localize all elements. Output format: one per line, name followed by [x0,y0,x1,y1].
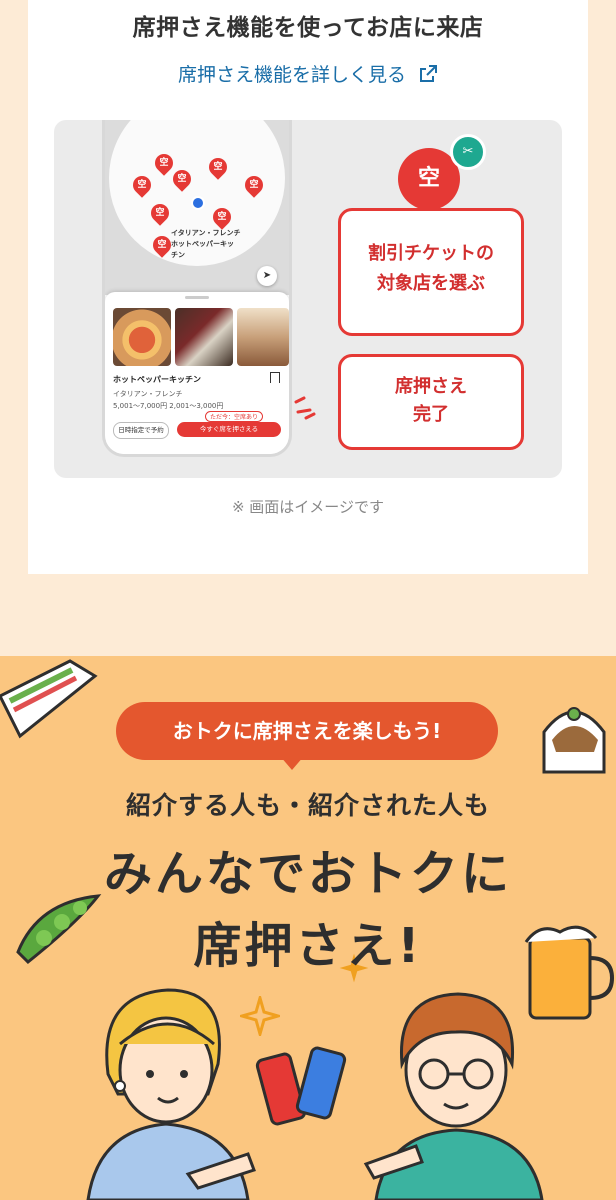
section-title: 席押さえ機能を使ってお店に来店 [132,15,484,41]
phone-mockup: 空 空 空 空 空 空 空 空 イタリアン・フレンチ ホットペッパーキッ チン … [102,120,292,457]
woman-character-illustration [86,988,256,1200]
map-pin: 空 [129,172,155,198]
bubble-text: 対象店を選ぶ [377,273,485,294]
campaign-banner: おトクに席押さえを楽しもう! 紹介する人も・紹介された人も みんなでおトクに 席… [0,656,616,1200]
detail-link[interactable]: 席押さえ機能を詳しく見る [28,60,588,89]
detail-link-label: 席押さえ機能を詳しく見る [177,64,406,86]
bubble-text: 割引チケットの [368,243,494,264]
ticket-icon: ✂ [450,134,486,170]
shop-genre: イタリアン・フレンチ [113,390,183,398]
smartphones-icon [255,1046,347,1126]
map-view: 空 空 空 空 空 空 空 空 イタリアン・フレンチ ホットペッパーキッ チン … [105,120,289,295]
feature-card: 席押さえ機能を使ってお店に来店 席押さえ機能を詳しく見る 空 空 空 空 空 空… [28,0,588,574]
map-pin: 空 [147,200,173,226]
external-link-icon [418,64,438,89]
shop-photo [113,308,171,366]
map-pin: 空 [169,166,195,192]
sheet-handle[interactable] [185,296,209,299]
current-location-dot [191,196,205,210]
shop-price: 5,001〜7,000円 2,001〜3,000円 [113,402,224,410]
step-bubble-complete: 席押さえ 完了 [338,354,524,450]
image-note: ※ 画面はイメージです [231,498,385,516]
bubble-text: 席押さえ [395,376,467,397]
bookmark-icon[interactable] [270,372,280,383]
feature-illustration: 空 空 空 空 空 空 空 空 イタリアン・フレンチ ホットペッパーキッ チン … [54,120,562,478]
reserve-by-date-button[interactable]: 日時指定で予約 [113,422,169,439]
sandwich-icon [0,659,98,739]
banner-headline-line1: みんなでおトクに [103,846,512,902]
bubble-text: 完了 [413,404,449,425]
map-pin: 空 [209,204,235,230]
shop-name[interactable]: ホットペッパーキッチン [113,374,201,385]
map-pin: 空 [205,154,231,180]
map-pin: 空 [241,172,267,198]
availability-tag: ただ今：空席あり [205,411,264,422]
shop-photo [175,308,233,366]
campaign-pill: おトクに席押さえを楽しもう! [116,702,498,760]
banner-subtitle: 紹介する人も・紹介された人も [125,791,490,820]
shop-sheet: ホットペッパーキッチン イタリアン・フレンチ 5,001〜7,000円 2,00… [105,292,289,454]
step-bubble-select: 割引チケットの 対象店を選ぶ [338,208,524,336]
shop-photo [237,308,289,366]
man-character-illustration [363,992,544,1200]
navigation-icon[interactable]: ➤ [257,266,277,286]
rice-ball-icon [542,707,606,774]
banner-headline-line2: 席押さえ! [193,918,423,974]
map-shop-label: イタリアン・フレンチ ホットペッパーキッ チン [171,229,241,259]
sparkle-icon [294,396,316,420]
hold-seat-now-button[interactable]: 今すぐ席を押さえる [177,422,281,437]
